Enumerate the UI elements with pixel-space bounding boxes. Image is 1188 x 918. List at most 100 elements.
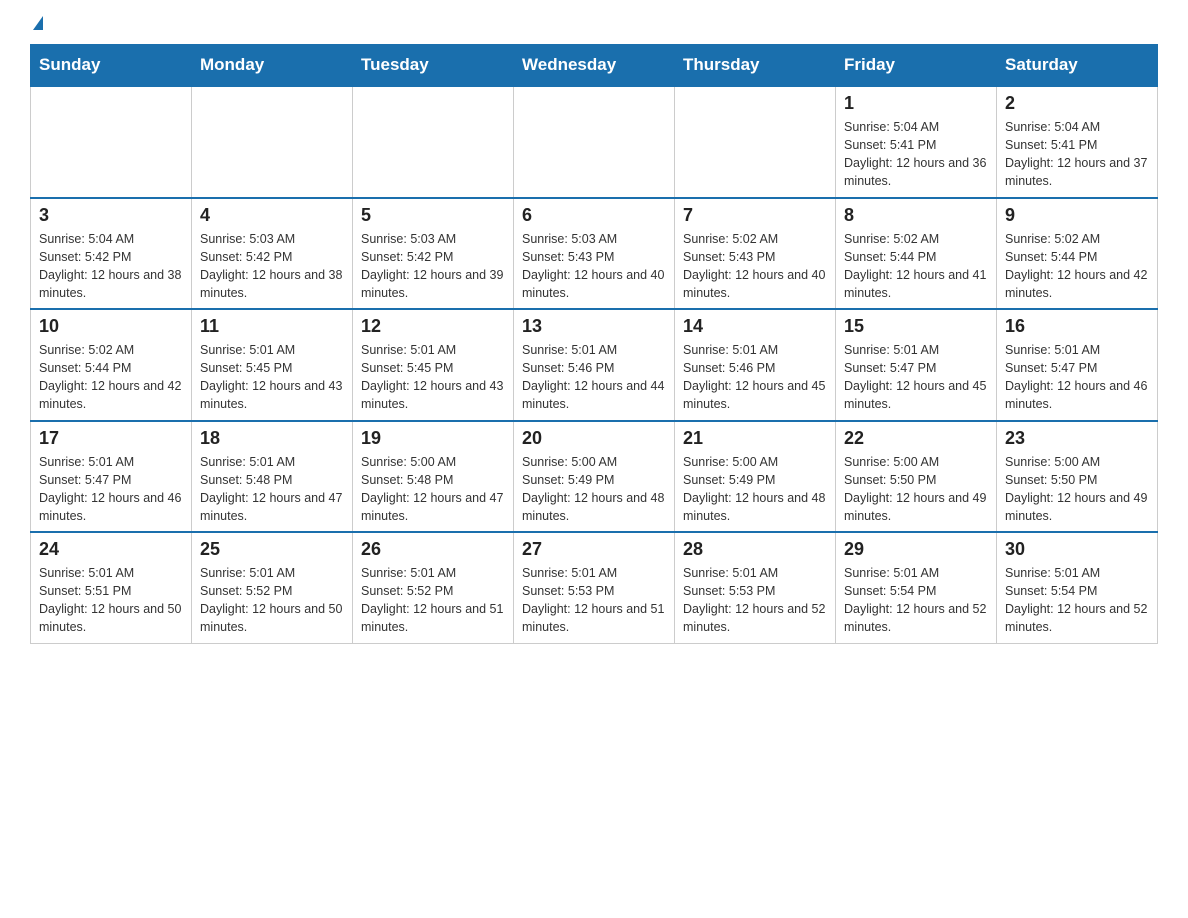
calendar-cell: 13Sunrise: 5:01 AMSunset: 5:46 PMDayligh… — [514, 309, 675, 421]
calendar-table: SundayMondayTuesdayWednesdayThursdayFrid… — [30, 44, 1158, 644]
day-info: Sunrise: 5:01 AMSunset: 5:54 PMDaylight:… — [844, 564, 988, 637]
day-info: Sunrise: 5:01 AMSunset: 5:47 PMDaylight:… — [39, 453, 183, 526]
calendar-cell: 7 Sunrise: 5:02 AMSunset: 5:43 PMDaylight… — [675, 198, 836, 310]
day-number: 7 — [683, 205, 827, 226]
calendar-cell: 4 Sunrise: 5:03 AMSunset: 5:42 PMDaylight… — [192, 198, 353, 310]
calendar-cell: 21 Sunrise: 5:00 AMSunset: 5:49 PMDayligh… — [675, 421, 836, 533]
calendar-cell: 12 Sunrise: 5:01 AMSunset: 5:45 PMDayligh… — [353, 309, 514, 421]
week-row-3: 10Sunrise: 5:02 AMSunset: 5:44 PMDayligh… — [31, 309, 1158, 421]
day-number: 18 — [200, 428, 344, 449]
calendar-cell: 24 Sunrise: 5:01 AMSunset: 5:51 PMDayligh… — [31, 532, 192, 643]
week-row-2: 3 Sunrise: 5:04 AMSunset: 5:42 PMDaylight… — [31, 198, 1158, 310]
week-row-1: 1 Sunrise: 5:04 AMSunset: 5:41 PMDaylight… — [31, 86, 1158, 198]
calendar-cell: 1 Sunrise: 5:04 AMSunset: 5:41 PMDaylight… — [836, 86, 997, 198]
calendar-cell: 20 Sunrise: 5:00 AMSunset: 5:49 PMDayligh… — [514, 421, 675, 533]
day-number: 24 — [39, 539, 183, 560]
day-number: 5 — [361, 205, 505, 226]
day-info: Sunrise: 5:04 AMSunset: 5:41 PMDaylight:… — [844, 118, 988, 191]
calendar-cell: 16 Sunrise: 5:01 AMSunset: 5:47 PMDayligh… — [997, 309, 1158, 421]
calendar-cell — [31, 86, 192, 198]
calendar-header-row: SundayMondayTuesdayWednesdayThursdayFrid… — [31, 45, 1158, 87]
calendar-cell: 27Sunrise: 5:01 AMSunset: 5:53 PMDayligh… — [514, 532, 675, 643]
day-info: Sunrise: 5:00 AMSunset: 5:49 PMDaylight:… — [522, 453, 666, 526]
day-info: Sunrise: 5:00 AMSunset: 5:50 PMDaylight:… — [1005, 453, 1149, 526]
day-info: Sunrise: 5:01 AMSunset: 5:47 PMDaylight:… — [844, 341, 988, 414]
day-number: 14 — [683, 316, 827, 337]
calendar-cell: 8 Sunrise: 5:02 AMSunset: 5:44 PMDaylight… — [836, 198, 997, 310]
day-number: 29 — [844, 539, 988, 560]
day-info: Sunrise: 5:01 AMSunset: 5:52 PMDaylight:… — [361, 564, 505, 637]
day-info: Sunrise: 5:01 AMSunset: 5:51 PMDaylight:… — [39, 564, 183, 637]
calendar-cell: 2 Sunrise: 5:04 AMSunset: 5:41 PMDaylight… — [997, 86, 1158, 198]
day-info: Sunrise: 5:02 AMSunset: 5:43 PMDaylight:… — [683, 230, 827, 303]
calendar-header-wednesday: Wednesday — [514, 45, 675, 87]
day-info: Sunrise: 5:01 AMSunset: 5:53 PMDaylight:… — [522, 564, 666, 637]
day-number: 8 — [844, 205, 988, 226]
calendar-cell — [514, 86, 675, 198]
day-info: Sunrise: 5:00 AMSunset: 5:49 PMDaylight:… — [683, 453, 827, 526]
day-info: Sunrise: 5:04 AMSunset: 5:41 PMDaylight:… — [1005, 118, 1149, 191]
day-number: 11 — [200, 316, 344, 337]
calendar-cell: 5 Sunrise: 5:03 AMSunset: 5:42 PMDaylight… — [353, 198, 514, 310]
calendar-header-saturday: Saturday — [997, 45, 1158, 87]
calendar-cell: 25 Sunrise: 5:01 AMSunset: 5:52 PMDayligh… — [192, 532, 353, 643]
day-number: 17 — [39, 428, 183, 449]
day-number: 20 — [522, 428, 666, 449]
calendar-cell — [353, 86, 514, 198]
day-info: Sunrise: 5:01 AMSunset: 5:45 PMDaylight:… — [361, 341, 505, 414]
calendar-cell: 26 Sunrise: 5:01 AMSunset: 5:52 PMDayligh… — [353, 532, 514, 643]
calendar-cell: 30 Sunrise: 5:01 AMSunset: 5:54 PMDayligh… — [997, 532, 1158, 643]
calendar-cell: 3 Sunrise: 5:04 AMSunset: 5:42 PMDaylight… — [31, 198, 192, 310]
day-info: Sunrise: 5:01 AMSunset: 5:53 PMDaylight:… — [683, 564, 827, 637]
day-number: 23 — [1005, 428, 1149, 449]
calendar-cell: 6 Sunrise: 5:03 AMSunset: 5:43 PMDaylight… — [514, 198, 675, 310]
calendar-header-monday: Monday — [192, 45, 353, 87]
logo — [30, 20, 43, 34]
day-number: 9 — [1005, 205, 1149, 226]
calendar-cell: 22Sunrise: 5:00 AMSunset: 5:50 PMDayligh… — [836, 421, 997, 533]
day-info: Sunrise: 5:00 AMSunset: 5:48 PMDaylight:… — [361, 453, 505, 526]
day-number: 25 — [200, 539, 344, 560]
day-number: 21 — [683, 428, 827, 449]
day-number: 16 — [1005, 316, 1149, 337]
day-info: Sunrise: 5:03 AMSunset: 5:42 PMDaylight:… — [361, 230, 505, 303]
calendar-header-tuesday: Tuesday — [353, 45, 514, 87]
day-info: Sunrise: 5:02 AMSunset: 5:44 PMDaylight:… — [844, 230, 988, 303]
calendar-cell: 18 Sunrise: 5:01 AMSunset: 5:48 PMDayligh… — [192, 421, 353, 533]
day-info: Sunrise: 5:02 AMSunset: 5:44 PMDaylight:… — [1005, 230, 1149, 303]
day-info: Sunrise: 5:03 AMSunset: 5:43 PMDaylight:… — [522, 230, 666, 303]
day-number: 26 — [361, 539, 505, 560]
day-number: 12 — [361, 316, 505, 337]
day-number: 30 — [1005, 539, 1149, 560]
day-info: Sunrise: 5:00 AMSunset: 5:50 PMDaylight:… — [844, 453, 988, 526]
calendar-cell: 23 Sunrise: 5:00 AMSunset: 5:50 PMDayligh… — [997, 421, 1158, 533]
calendar-cell: 28Sunrise: 5:01 AMSunset: 5:53 PMDayligh… — [675, 532, 836, 643]
day-number: 19 — [361, 428, 505, 449]
day-info: Sunrise: 5:01 AMSunset: 5:45 PMDaylight:… — [200, 341, 344, 414]
calendar-cell: 17 Sunrise: 5:01 AMSunset: 5:47 PMDayligh… — [31, 421, 192, 533]
calendar-cell: 29 Sunrise: 5:01 AMSunset: 5:54 PMDayligh… — [836, 532, 997, 643]
day-info: Sunrise: 5:01 AMSunset: 5:52 PMDaylight:… — [200, 564, 344, 637]
calendar-cell: 19 Sunrise: 5:00 AMSunset: 5:48 PMDayligh… — [353, 421, 514, 533]
day-info: Sunrise: 5:01 AMSunset: 5:47 PMDaylight:… — [1005, 341, 1149, 414]
calendar-cell — [192, 86, 353, 198]
day-number: 1 — [844, 93, 988, 114]
day-info: Sunrise: 5:01 AMSunset: 5:54 PMDaylight:… — [1005, 564, 1149, 637]
week-row-5: 24 Sunrise: 5:01 AMSunset: 5:51 PMDayligh… — [31, 532, 1158, 643]
calendar-cell: 11 Sunrise: 5:01 AMSunset: 5:45 PMDayligh… — [192, 309, 353, 421]
calendar-cell: 10Sunrise: 5:02 AMSunset: 5:44 PMDayligh… — [31, 309, 192, 421]
day-info: Sunrise: 5:01 AMSunset: 5:46 PMDaylight:… — [522, 341, 666, 414]
calendar-header-sunday: Sunday — [31, 45, 192, 87]
day-info: Sunrise: 5:01 AMSunset: 5:48 PMDaylight:… — [200, 453, 344, 526]
calendar-cell: 14Sunrise: 5:01 AMSunset: 5:46 PMDayligh… — [675, 309, 836, 421]
day-info: Sunrise: 5:03 AMSunset: 5:42 PMDaylight:… — [200, 230, 344, 303]
week-row-4: 17 Sunrise: 5:01 AMSunset: 5:47 PMDayligh… — [31, 421, 1158, 533]
calendar-header-thursday: Thursday — [675, 45, 836, 87]
day-number: 6 — [522, 205, 666, 226]
logo-triangle-icon — [33, 16, 43, 30]
day-number: 4 — [200, 205, 344, 226]
day-number: 3 — [39, 205, 183, 226]
day-number: 2 — [1005, 93, 1149, 114]
day-info: Sunrise: 5:04 AMSunset: 5:42 PMDaylight:… — [39, 230, 183, 303]
calendar-cell: 15Sunrise: 5:01 AMSunset: 5:47 PMDayligh… — [836, 309, 997, 421]
